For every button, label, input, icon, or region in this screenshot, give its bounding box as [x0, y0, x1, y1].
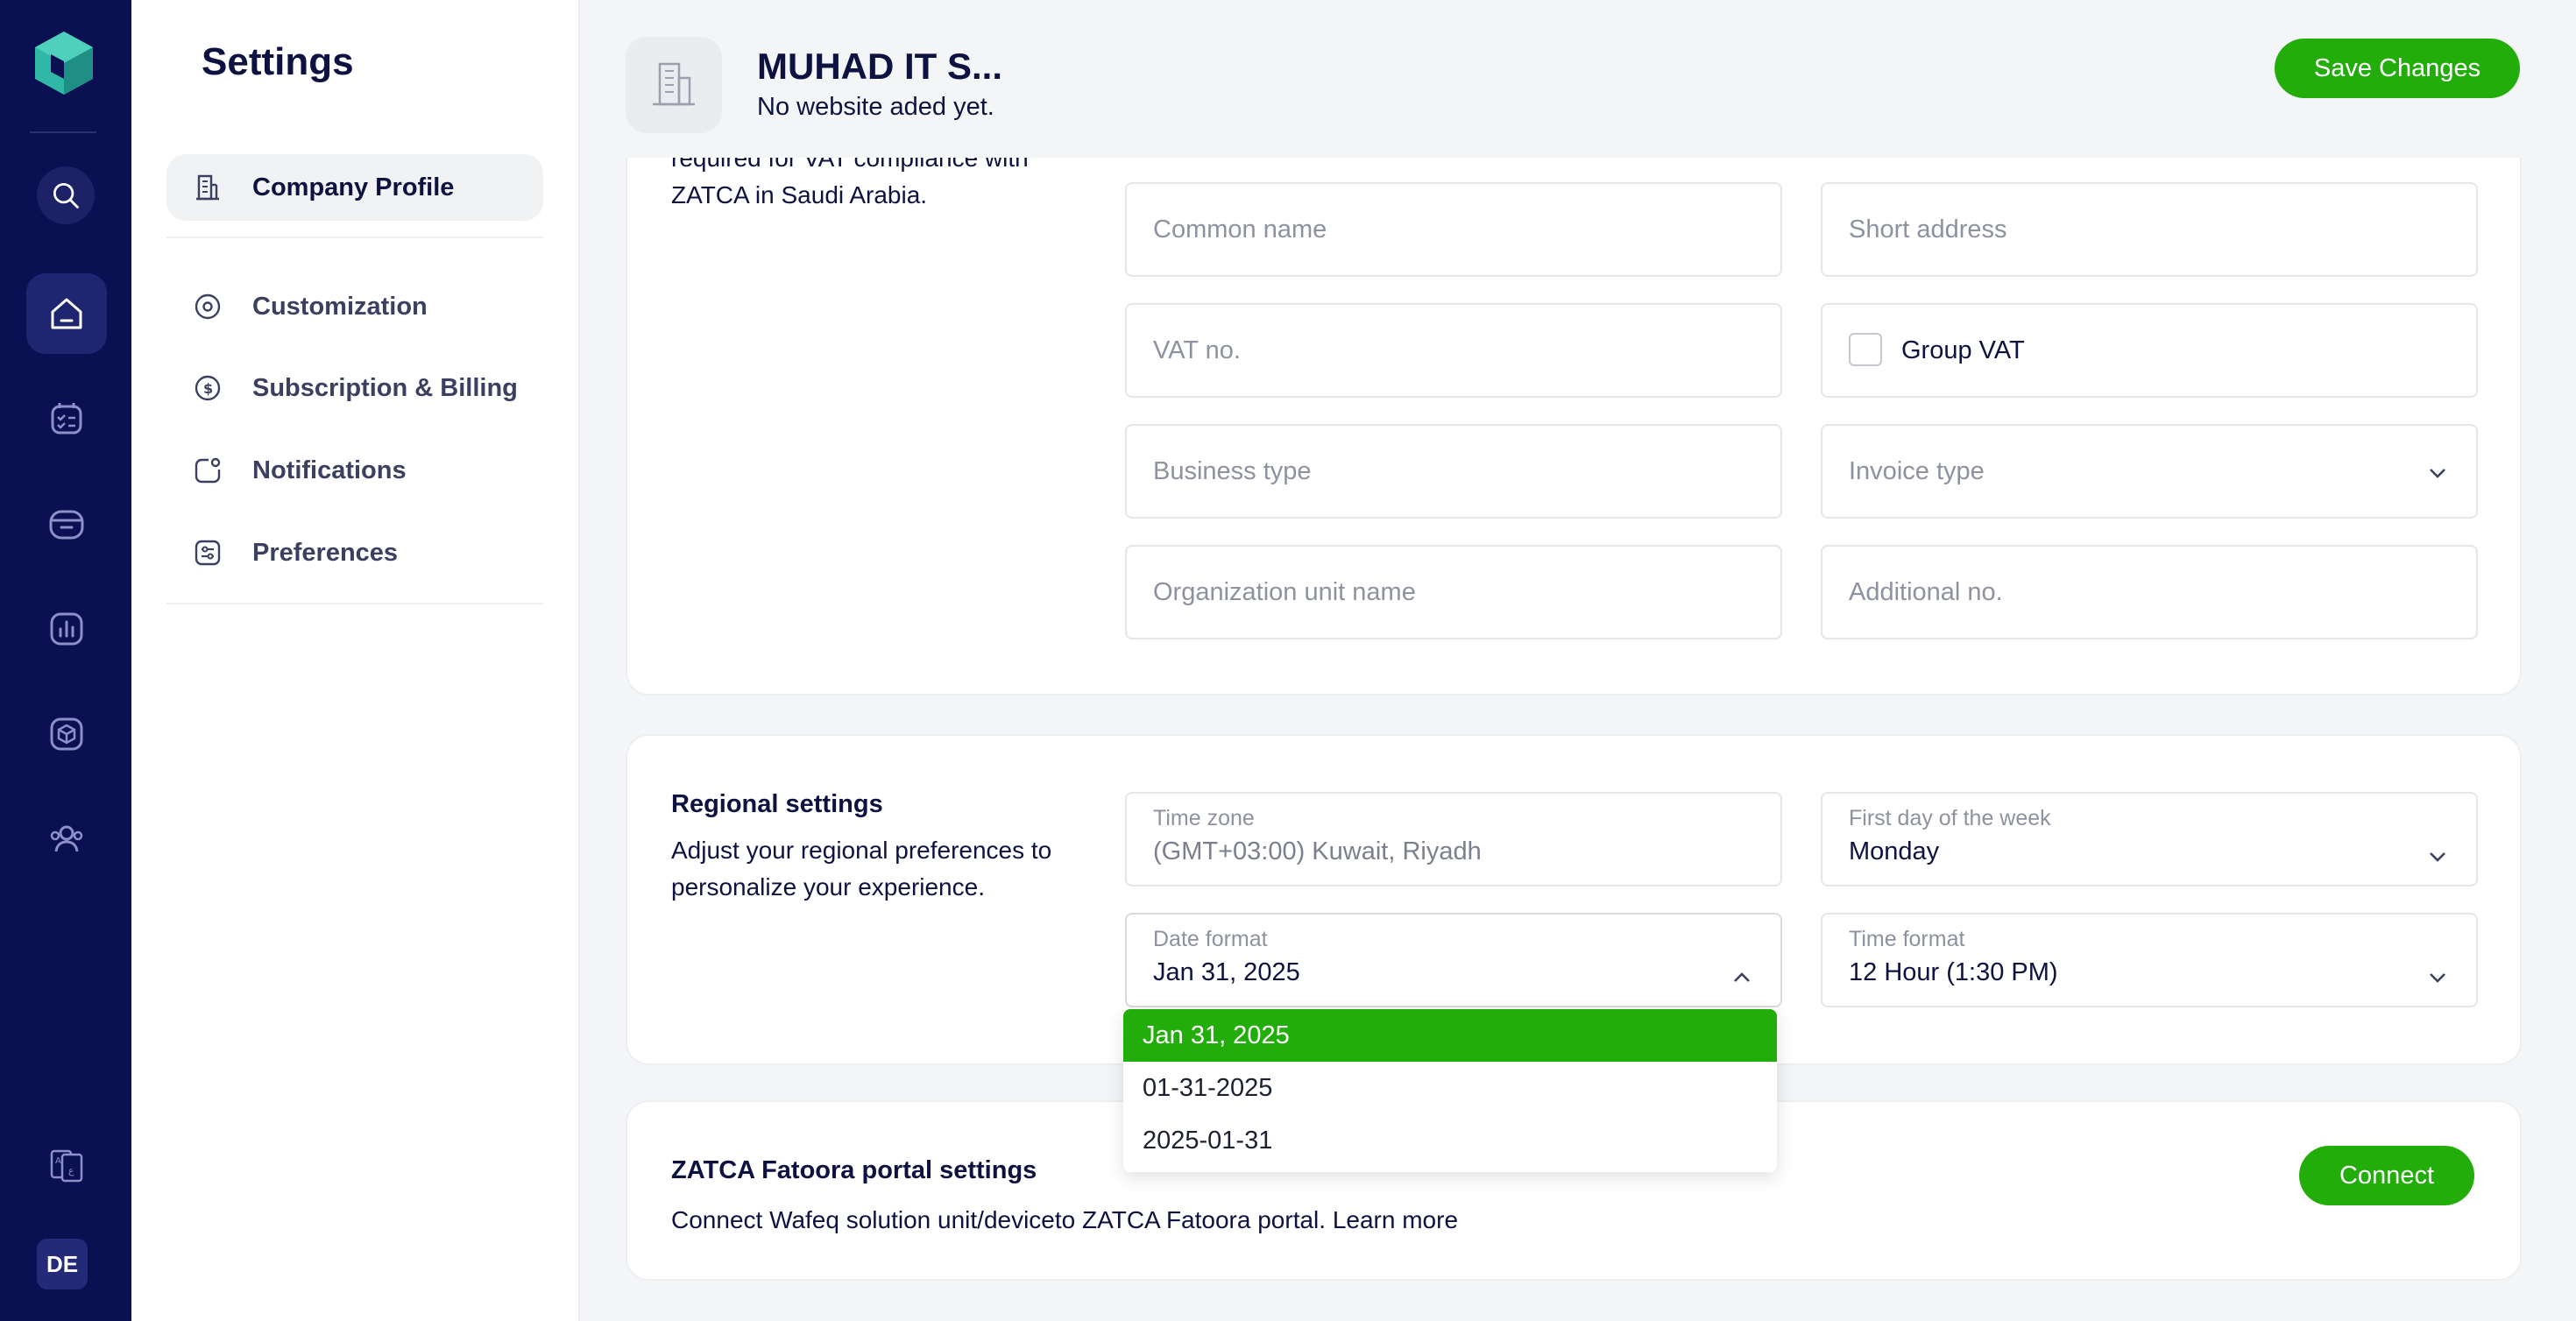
page-header: MUHAD IT S... No website aded yet. Save …	[580, 0, 2576, 158]
time-format-select[interactable]: Time format 12 Hour (1:30 PM)	[1821, 913, 2478, 1007]
group-vat-field: Group VAT	[1821, 303, 2478, 398]
first-day-select[interactable]: First day of the week Monday	[1821, 792, 2478, 887]
svg-text:ع: ع	[68, 1165, 74, 1176]
sales-icon	[49, 510, 84, 540]
nav-label: Preferences	[252, 538, 399, 567]
inventory-icon	[50, 717, 83, 751]
company-website: No website aded yet.	[757, 93, 994, 121]
sales-button[interactable]	[26, 484, 107, 564]
nav-divider	[166, 603, 543, 604]
chevron-down-icon	[2430, 469, 2445, 478]
group-vat-label: Group VAT	[1901, 336, 2025, 364]
building-icon	[653, 62, 695, 106]
date-option[interactable]: Jan 31, 2025	[1123, 1009, 1777, 1062]
tasks-icon	[51, 403, 82, 434]
common-name-input[interactable]: Common name	[1125, 182, 1782, 277]
nav-item-notifications[interactable]: Notifications	[166, 437, 543, 504]
nav-label: Customization	[252, 292, 428, 321]
building-icon	[196, 174, 219, 201]
regional-title: Regional settings	[671, 790, 883, 818]
inventory-button[interactable]	[26, 694, 107, 774]
business-type-input[interactable]: Business type	[1125, 424, 1782, 519]
reports-icon	[50, 612, 83, 646]
nav-label: Company Profile	[252, 173, 455, 201]
connect-button[interactable]: Connect	[2299, 1146, 2474, 1205]
bell-icon	[195, 457, 221, 484]
nav-divider	[166, 237, 543, 238]
nav-item-company-profile[interactable]: Company Profile	[166, 154, 543, 221]
sliders-icon	[195, 540, 221, 566]
rail-divider	[30, 131, 96, 133]
chevron-down-icon	[2430, 852, 2445, 862]
language-icon: A ع	[50, 1149, 83, 1183]
search-icon	[53, 182, 79, 208]
portal-title: ZATCA Fatoora portal settings	[671, 1156, 1037, 1184]
group-vat-checkbox[interactable]	[1849, 333, 1882, 366]
app-rail: A ع DE	[0, 0, 131, 1321]
date-format-select[interactable]: Date format Jan 31, 2025	[1125, 913, 1782, 1007]
date-option[interactable]: 01-31-2025	[1123, 1062, 1777, 1114]
date-format-dropdown: Jan 31, 2025 01-31-2025 2025-01-31	[1123, 1009, 1777, 1172]
company-logo[interactable]	[626, 37, 722, 133]
nav-label: Notifications	[252, 456, 407, 484]
nav-item-customization[interactable]: Customization	[166, 273, 543, 340]
home-icon	[51, 298, 82, 329]
nav-item-subscription-billing[interactable]: $ Subscription & Billing	[166, 355, 543, 421]
contacts-icon	[50, 825, 83, 852]
svg-text:A: A	[55, 1156, 61, 1166]
org-unit-input[interactable]: Organization unit name	[1125, 545, 1782, 639]
reports-button[interactable]	[26, 589, 107, 669]
vat-no-input[interactable]: VAT no.	[1125, 303, 1782, 398]
home-button[interactable]	[26, 273, 107, 354]
settings-title: Settings	[202, 40, 354, 83]
date-option[interactable]: 2025-01-31	[1123, 1114, 1777, 1167]
short-address-input[interactable]: Short address	[1821, 182, 2478, 277]
target-icon	[195, 293, 221, 320]
portal-desc: Connect Wafeq solution unit/deviceto ZAT…	[671, 1202, 1723, 1239]
learn-more-link[interactable]: Learn more	[1333, 1206, 1458, 1233]
language-button[interactable]: A ع	[26, 1125, 107, 1205]
main-content: required for VAT compliance with ZATCA i…	[580, 0, 2576, 1321]
settings-nav: Settings Company Profile Customization $…	[131, 0, 580, 1321]
contacts-button[interactable]	[26, 799, 107, 879]
logo-icon[interactable]	[33, 30, 95, 96]
nav-item-preferences[interactable]: Preferences	[166, 519, 543, 586]
save-changes-button[interactable]: Save Changes	[2275, 39, 2520, 98]
user-avatar[interactable]: DE	[37, 1239, 88, 1289]
chevron-up-icon	[1734, 972, 1750, 982]
portal-desc-text: Connect Wafeq solution unit/deviceto ZAT…	[671, 1206, 1327, 1233]
company-name: MUHAD IT S...	[757, 46, 1002, 87]
time-zone-field[interactable]: Time zone (GMT+03:00) Kuwait, Riyadh	[1125, 792, 1782, 887]
zatca-desc-bottom: ZATCA in Saudi Arabia.	[671, 181, 928, 208]
search-button[interactable]	[37, 166, 95, 224]
nav-label: Subscription & Billing	[252, 373, 518, 402]
svg-text:$: $	[203, 380, 213, 397]
additional-no-input[interactable]: Additional no.	[1821, 545, 2478, 639]
regional-desc: Adjust your regional preferences to pers…	[671, 837, 1052, 901]
tasks-button[interactable]	[26, 378, 107, 459]
dollar-icon: $	[195, 375, 221, 401]
invoice-type-select[interactable]: Invoice type	[1821, 424, 2478, 519]
chevron-down-icon	[2430, 973, 2445, 983]
